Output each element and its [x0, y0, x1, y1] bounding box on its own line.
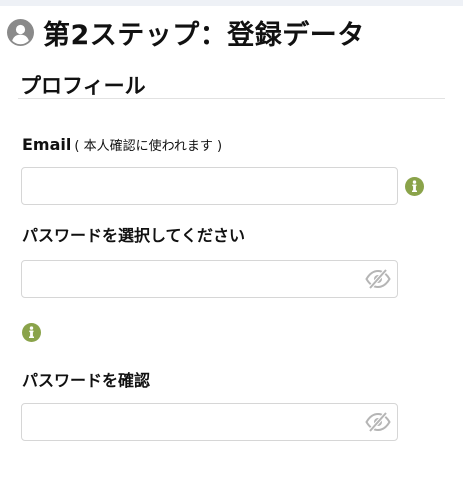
top-bar [0, 0, 463, 6]
eye-slash-icon[interactable] [365, 411, 391, 433]
eye-slash-icon[interactable] [365, 268, 391, 290]
user-circle-icon [7, 18, 34, 46]
password-label: パスワードを選択してください [22, 226, 246, 245]
email-label-text: Email [22, 135, 72, 154]
info-icon[interactable] [22, 323, 41, 342]
password-field[interactable] [22, 261, 372, 297]
page-title: 第2ステップ：登録データ [43, 19, 365, 51]
email-field[interactable] [22, 168, 372, 204]
password-confirm-label: パスワードを確認 [22, 371, 151, 390]
info-icon[interactable] [405, 177, 424, 196]
password-confirm-field[interactable] [22, 404, 372, 440]
section-divider [18, 98, 445, 99]
email-label: Email( 本人確認に使われます ) [22, 135, 222, 154]
password-field-box [21, 260, 398, 298]
email-note: ( 本人確認に使われます ) [74, 139, 223, 154]
section-title: プロフィール [20, 74, 146, 98]
email-field-box [21, 167, 398, 205]
password-confirm-field-box [21, 403, 398, 441]
page-header: 第2ステップ：登録データ [7, 14, 365, 51]
